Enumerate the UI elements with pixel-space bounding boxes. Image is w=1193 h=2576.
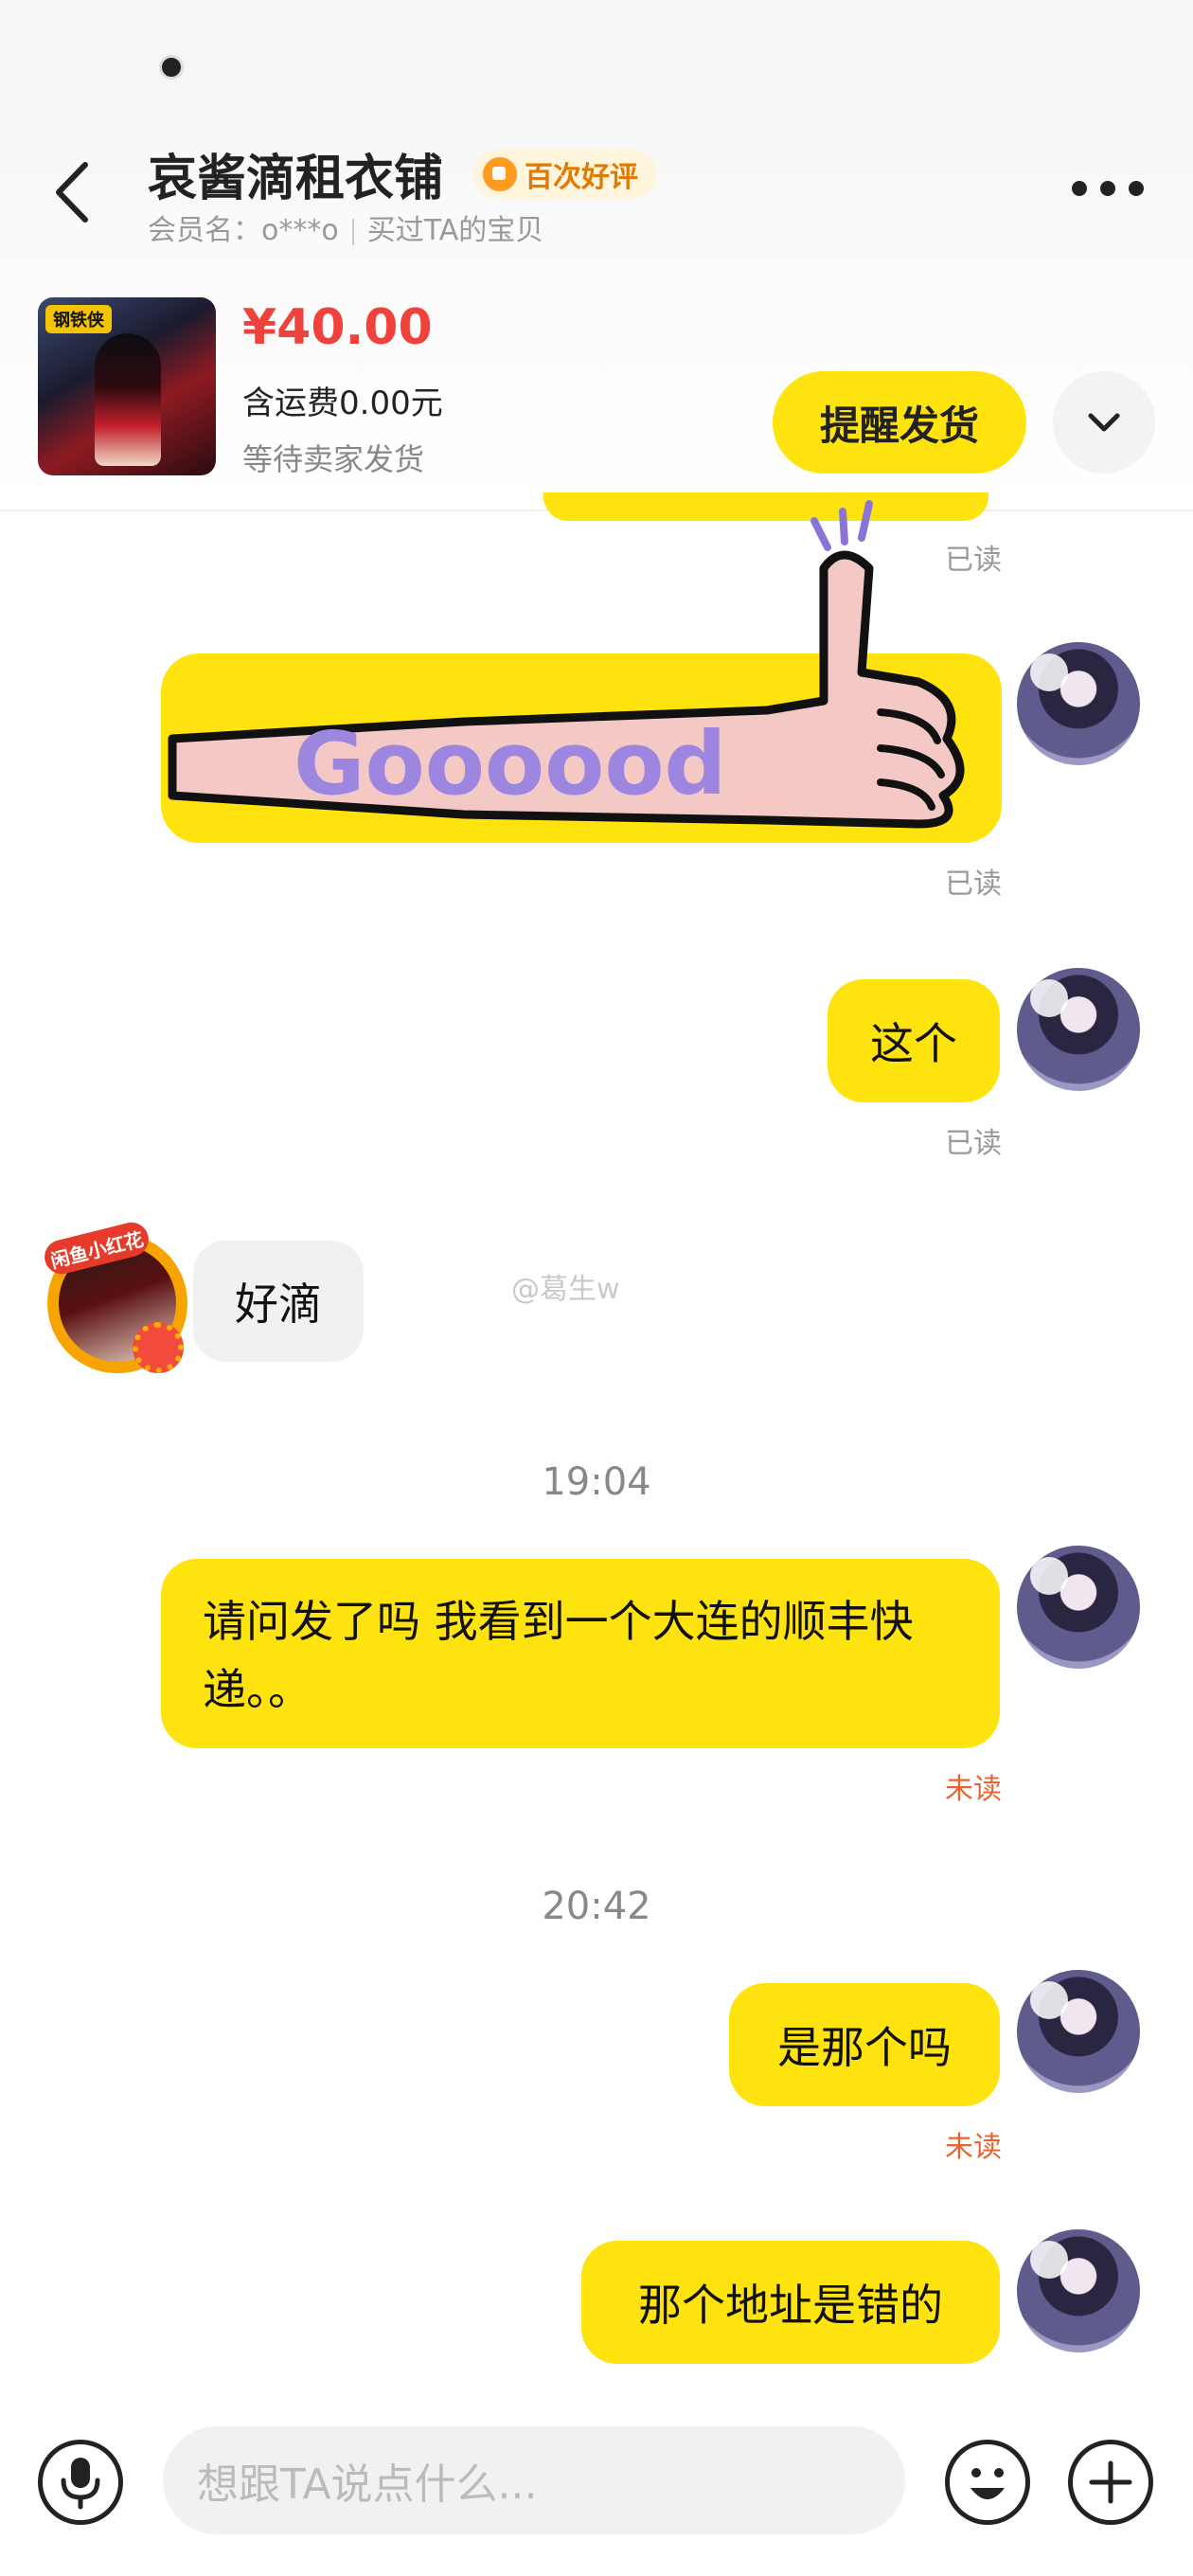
expand-button[interactable] [1053,371,1155,474]
timestamp: 20:42 [542,1885,651,1928]
thumbs-up-sticker-icon: Goooood [168,500,965,829]
microphone-icon [61,2458,100,2510]
back-button[interactable] [49,159,97,225]
chevron-left-icon [56,162,88,223]
unread-receipt: 未读 [945,1773,1002,1806]
more-dot-icon [1100,181,1115,196]
remind-shipping-button[interactable]: 提醒发货 [773,371,1026,474]
my-avatar[interactable] [1017,1970,1140,2093]
flower-icon [133,1322,184,1373]
order-price: ¥40.00 [242,299,433,356]
my-avatar[interactable] [1017,1546,1140,1669]
product-figure [95,333,161,466]
shop-name[interactable]: 哀酱滴租衣铺 [148,138,443,209]
unread-receipt: 未读 [945,2131,1002,2164]
product-thumbnail[interactable]: 钢铁侠 [38,297,216,475]
my-avatar[interactable] [1017,642,1140,765]
emoji-icon [970,2468,1005,2499]
sticker-text: Goooood [294,713,726,814]
message-bubble[interactable]: 是那个吗 [729,1983,1000,2106]
plus-icon [1089,2460,1132,2504]
message-input[interactable]: 想跟TA说点什么... [163,2426,905,2534]
order-status: 等待卖家发货 [242,441,425,477]
bought-note: 买过TA的宝贝 [366,214,544,247]
shipping-fee: 含运费0.00元 [242,385,443,422]
voice-button[interactable] [38,2440,123,2525]
member-label: 会员名： [148,214,261,247]
member-name: o***o [261,214,339,247]
rating-badge[interactable]: 百次好评 [473,150,657,199]
read-receipt: 已读 [945,868,1002,901]
watermark: @葛生w [511,1273,620,1306]
more-dot-icon [1129,181,1144,196]
thumb-tag: 钢铁侠 [45,305,112,333]
my-avatar[interactable] [1017,968,1140,1091]
seller-message-bubble[interactable]: 好滴 [193,1241,364,1362]
chevron-down-icon [1088,413,1120,432]
timestamp: 19:04 [542,1460,651,1504]
more-actions-button[interactable] [1068,2440,1153,2525]
previous-bubble [543,492,988,521]
more-button[interactable] [1072,176,1144,201]
message-bubble[interactable]: 这个 [828,979,1000,1102]
member-info: 会员名：o***o 买过TA的宝贝 [148,206,543,248]
thumbs-up-icon [483,157,517,191]
notification-icon [159,55,184,80]
emoji-button[interactable] [945,2440,1030,2525]
message-bubble[interactable]: 那个地址是错的 [581,2241,1000,2364]
more-dot-icon [1072,181,1087,196]
my-avatar[interactable] [1017,2229,1140,2352]
message-bubble[interactable]: 请问发了吗 我看到一个大连的顺丰快递。。 [161,1559,1000,1748]
sticker-message[interactable]: Goooood [161,500,1002,843]
read-receipt: 已读 [945,1127,1002,1160]
divider [351,218,354,245]
badge-label: 百次好评 [525,161,638,194]
